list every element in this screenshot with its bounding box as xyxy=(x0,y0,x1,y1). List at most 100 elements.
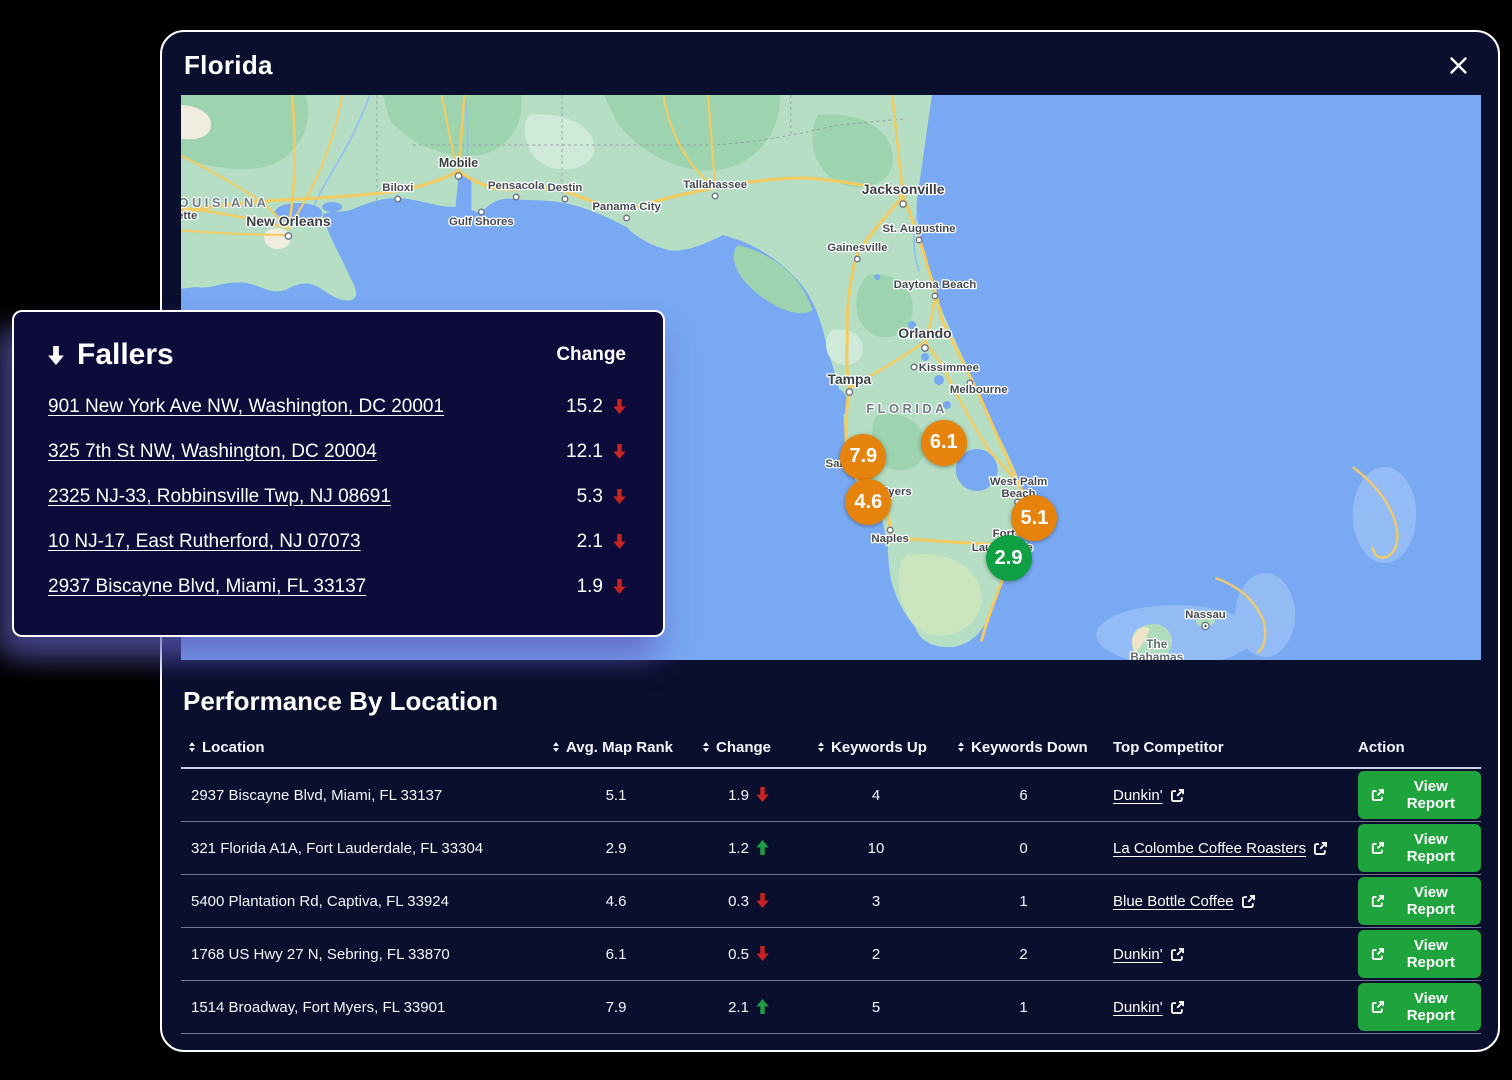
close-button[interactable] xyxy=(1445,52,1472,79)
keywords-up-cell: 3 xyxy=(806,893,946,910)
keywords-up-cell: 4 xyxy=(806,787,946,804)
sort-icon xyxy=(958,742,964,752)
faller-address-link[interactable]: 901 New York Ave NW, Washington, DC 2000… xyxy=(48,396,444,418)
column-header-action: Action xyxy=(1346,739,1481,756)
column-header-keywords-up[interactable]: Keywords Up xyxy=(806,739,946,756)
competitor-link[interactable]: Dunkin' xyxy=(1113,999,1185,1016)
faller-address-link[interactable]: 325 7th St NW, Washington, DC 20004 xyxy=(48,441,377,463)
column-header-avg-map-rank[interactable]: Avg. Map Rank xyxy=(541,739,691,756)
action-cell: View Report xyxy=(1346,824,1481,872)
keywords-down-cell: 1 xyxy=(946,999,1101,1016)
faller-address-link[interactable]: 10 NJ-17, East Rutherford, NJ 07073 xyxy=(48,531,361,553)
modal-header: Florida xyxy=(162,32,1498,95)
external-link-icon xyxy=(1170,788,1185,803)
trend-arrow-icon xyxy=(756,840,769,855)
change-cell: 2.1 xyxy=(691,999,806,1016)
keywords-down-cell: 0 xyxy=(946,840,1101,857)
marker-value: 6.1 xyxy=(930,431,958,454)
external-link-icon xyxy=(1170,1000,1185,1015)
table-row: 321 Florida A1A, Fort Lauderdale, FL 333… xyxy=(181,822,1481,875)
competitor-link[interactable]: Blue Bottle Coffee xyxy=(1113,893,1256,910)
faller-address-link[interactable]: 2325 NJ-33, Robbinsville Twp, NJ 08691 xyxy=(48,486,391,508)
performance-table: Location Avg. Map Rank Change Keywords U… xyxy=(181,727,1481,1034)
sort-icon xyxy=(553,742,559,752)
top-competitor-cell: Blue Bottle Coffee xyxy=(1101,893,1346,910)
close-icon xyxy=(1449,56,1468,75)
sort-icon xyxy=(703,742,709,752)
map-marker[interactable]: 6.1 xyxy=(921,420,967,466)
column-label: Keywords Up xyxy=(831,739,927,756)
map-marker[interactable]: 5.1 xyxy=(1011,495,1057,541)
avg-map-rank-cell: 5.1 xyxy=(541,787,691,804)
external-link-icon xyxy=(1371,893,1385,909)
column-header-keywords-down[interactable]: Keywords Down xyxy=(946,739,1101,756)
avg-map-rank-cell: 2.9 xyxy=(541,840,691,857)
map-marker[interactable]: 7.9 xyxy=(840,434,886,480)
external-link-icon xyxy=(1371,946,1385,962)
view-report-button[interactable]: View Report xyxy=(1358,930,1481,978)
change-cell: 0.3 xyxy=(691,893,806,910)
faller-change: 2.1 xyxy=(577,531,626,553)
view-report-button[interactable]: View Report xyxy=(1358,877,1481,925)
view-report-button[interactable]: View Report xyxy=(1358,824,1481,872)
performance-section-title: Performance By Location xyxy=(183,686,1479,717)
competitor-link[interactable]: Dunkin' xyxy=(1113,787,1185,804)
external-link-icon xyxy=(1313,841,1328,856)
faller-change: 1.9 xyxy=(577,576,626,598)
column-label: Top Competitor xyxy=(1113,739,1224,756)
keywords-up-cell: 5 xyxy=(806,999,946,1016)
faller-change: 12.1 xyxy=(566,441,626,463)
map-marker[interactable]: 4.6 xyxy=(845,479,891,525)
list-item: 325 7th St NW, Washington, DC 20004 12.1 xyxy=(48,429,626,474)
list-item: 2325 NJ-33, Robbinsville Twp, NJ 08691 5… xyxy=(48,474,626,519)
fallers-header: Fallers Change xyxy=(14,312,663,380)
marker-value: 2.9 xyxy=(995,547,1023,570)
keywords-down-cell: 1 xyxy=(946,893,1101,910)
trend-arrow-icon xyxy=(756,787,769,802)
avg-map-rank-cell: 7.9 xyxy=(541,999,691,1016)
external-link-icon xyxy=(1371,787,1385,803)
column-label: Action xyxy=(1358,739,1405,756)
location-cell: 1768 US Hwy 27 N, Sebring, FL 33870 xyxy=(181,946,541,963)
competitor-link[interactable]: Dunkin' xyxy=(1113,946,1185,963)
modal-title: Florida xyxy=(184,50,273,81)
sort-icon xyxy=(818,742,824,752)
action-cell: View Report xyxy=(1346,930,1481,978)
fallers-title: Fallers xyxy=(48,338,174,372)
location-cell: 1514 Broadway, Fort Myers, FL 33901 xyxy=(181,999,541,1016)
trend-arrow-icon xyxy=(756,946,769,961)
top-competitor-cell: La Colombe Coffee Roasters xyxy=(1101,840,1346,857)
action-cell: View Report xyxy=(1346,983,1481,1031)
table-row: 1768 US Hwy 27 N, Sebring, FL 33870 6.1 … xyxy=(181,928,1481,981)
column-label: Avg. Map Rank xyxy=(566,739,673,756)
column-header-change[interactable]: Change xyxy=(691,739,806,756)
list-item: 2937 Biscayne Blvd, Miami, FL 33137 1.9 xyxy=(48,564,626,609)
table-row: 5400 Plantation Rd, Captiva, FL 33924 4.… xyxy=(181,875,1481,928)
external-link-icon xyxy=(1371,999,1385,1015)
action-cell: View Report xyxy=(1346,877,1481,925)
avg-map-rank-cell: 4.6 xyxy=(541,893,691,910)
trend-arrow-icon xyxy=(756,999,769,1014)
faller-address-link[interactable]: 2937 Biscayne Blvd, Miami, FL 33137 xyxy=(48,576,366,598)
trend-arrow-icon xyxy=(613,489,626,504)
down-arrow-icon xyxy=(48,346,64,365)
faller-change: 5.3 xyxy=(577,486,626,508)
keywords-up-cell: 10 xyxy=(806,840,946,857)
fallers-list: 901 New York Ave NW, Washington, DC 2000… xyxy=(14,380,663,609)
location-cell: 2937 Biscayne Blvd, Miami, FL 33137 xyxy=(181,787,541,804)
faller-change: 15.2 xyxy=(566,396,626,418)
competitor-link[interactable]: La Colombe Coffee Roasters xyxy=(1113,840,1328,857)
list-item: 901 New York Ave NW, Washington, DC 2000… xyxy=(48,384,626,429)
column-label: Location xyxy=(202,739,265,756)
fallers-change-header: Change xyxy=(556,344,626,366)
keywords-down-cell: 2 xyxy=(946,946,1101,963)
external-link-icon xyxy=(1241,894,1256,909)
column-label: Change xyxy=(716,739,771,756)
marker-value: 5.1 xyxy=(1021,507,1049,530)
column-header-location[interactable]: Location xyxy=(181,739,541,756)
view-report-button[interactable]: View Report xyxy=(1358,983,1481,1031)
view-report-button[interactable]: View Report xyxy=(1358,771,1481,819)
keywords-down-cell: 6 xyxy=(946,787,1101,804)
change-cell: 0.5 xyxy=(691,946,806,963)
map-marker[interactable]: 2.9 xyxy=(986,535,1032,581)
